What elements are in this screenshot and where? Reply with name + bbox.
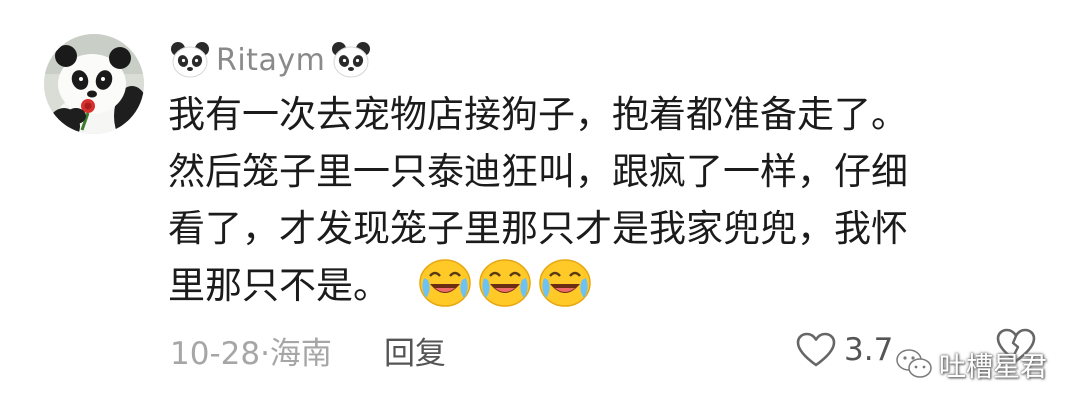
comment-line-text: 里那只不是。 bbox=[168, 264, 390, 307]
wechat-icon bbox=[896, 349, 932, 378]
laugh-cry-emoji-icon bbox=[479, 259, 531, 307]
like-button[interactable]: 3.7 bbox=[796, 330, 893, 370]
laugh-cry-emoji-icon bbox=[539, 259, 591, 307]
username-row[interactable]: Ritaym bbox=[170, 36, 371, 84]
comment-item: Ritaym 我有一次去宠物店接狗子，抱着都准备走了。 然后笼子里一只泰迪狂叫，… bbox=[0, 0, 1080, 410]
comment-text: 我有一次去宠物店接狗子，抱着都准备走了。 然后笼子里一只泰迪狂叫，跟疯了一样，仔… bbox=[168, 86, 998, 314]
comment-line: 我有一次去宠物店接狗子，抱着都准备走了。 bbox=[168, 93, 908, 136]
watermark-text: 吐槽星君 bbox=[939, 351, 1047, 383]
panda-emoji-icon bbox=[332, 42, 371, 78]
comment-line: 然后笼子里一只泰迪狂叫，跟疯了一样，仔细 bbox=[168, 150, 908, 193]
heart-outline-icon bbox=[796, 332, 836, 367]
watermark: 吐槽星君 bbox=[895, 344, 1047, 384]
reply-button[interactable]: 回复 bbox=[384, 328, 446, 373]
comment-line-last: 里那只不是。 bbox=[168, 257, 998, 314]
like-count: 3.7 bbox=[844, 332, 894, 368]
laugh-cry-emoji-icon bbox=[419, 259, 471, 307]
username[interactable]: Ritaym bbox=[216, 43, 325, 78]
comment-date-location: 10-28·海南 bbox=[170, 335, 332, 372]
comment-line: 看了，才发现笼子里那只才是我家兜兜，我怀 bbox=[168, 207, 908, 250]
panda-emoji-icon bbox=[171, 42, 209, 78]
comment-footer: 10-28·海南 回复 bbox=[170, 328, 446, 373]
avatar[interactable] bbox=[44, 34, 144, 134]
emoji-row bbox=[418, 258, 592, 308]
